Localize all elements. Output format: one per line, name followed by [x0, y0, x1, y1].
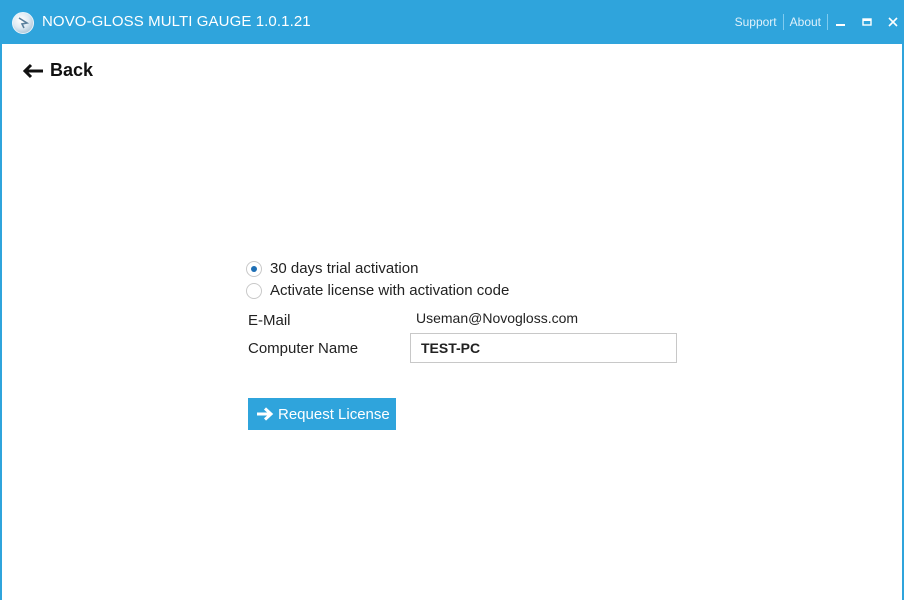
computer-name-input[interactable]: [410, 333, 677, 363]
radio-activation-code[interactable]: Activate license with activation code: [246, 282, 509, 299]
back-button[interactable]: Back: [22, 60, 93, 81]
close-button[interactable]: [880, 7, 904, 37]
radio-label: Activate license with activation code: [270, 282, 510, 299]
back-label: Back: [50, 60, 94, 80]
minimize-icon: [836, 24, 845, 26]
request-license-label: Request License: [278, 405, 390, 423]
arrow-right-icon: [257, 407, 274, 421]
request-license-button[interactable]: Request License: [248, 398, 396, 430]
minimize-button[interactable]: [828, 7, 854, 37]
maximize-button[interactable]: [854, 7, 880, 37]
radio-button[interactable]: [246, 282, 262, 299]
computer-name-label: Computer Name: [248, 340, 359, 357]
email-label: E-Mail: [248, 312, 291, 329]
title-bar[interactable]: NOVO-GLOSS MULTI GAUGE 1.0.1.21 Support …: [2, 0, 904, 44]
app-window: NOVO-GLOSS MULTI GAUGE 1.0.1.21 Support …: [0, 0, 904, 600]
close-icon: [888, 17, 898, 27]
title-bar-controls: Support About: [729, 0, 904, 44]
radio-trial-activation[interactable]: 30 days trial activation: [246, 260, 418, 277]
email-value: Useman@Novogloss.com: [416, 310, 579, 326]
arrow-left-icon: [22, 63, 43, 78]
maximize-icon: [862, 18, 872, 26]
about-link[interactable]: About: [784, 15, 827, 29]
window-title: NOVO-GLOSS MULTI GAUGE 1.0.1.21: [42, 13, 311, 30]
support-link[interactable]: Support: [729, 15, 783, 29]
app-logo-icon: [12, 12, 34, 34]
radio-button-checked[interactable]: [246, 260, 262, 277]
radio-label: 30 days trial activation: [270, 260, 419, 277]
